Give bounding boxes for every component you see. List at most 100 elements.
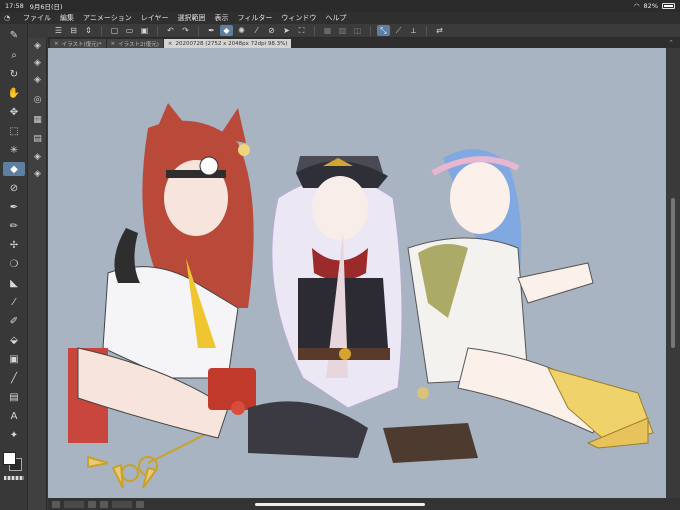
line-icon[interactable]: ╱ [3, 371, 25, 385]
snow-eraser-icon[interactable]: ▤ [31, 133, 44, 145]
status-date: 9月6日(日) [29, 3, 63, 11]
drawing-canvas[interactable] [48, 48, 666, 498]
new-file-icon[interactable]: ▢ [108, 25, 121, 36]
magic-wand-icon[interactable]: ✳ [3, 143, 25, 157]
tab-document-3[interactable]: × 20200728 (2752 x 2048px 72dpi 98.3%) [163, 39, 292, 48]
gradient-icon[interactable]: ◣ [3, 276, 25, 290]
redo-icon[interactable]: ↷ [179, 25, 192, 36]
toolbar-divider [101, 25, 102, 36]
rough-eraser-icon[interactable]: ▦ [31, 114, 44, 126]
menu-icon[interactable]: ☰ [52, 25, 65, 36]
main-color-swatch[interactable] [3, 452, 16, 465]
vector-eraser-icon[interactable]: ◈ [31, 74, 44, 86]
menu-animation[interactable]: アニメーション [83, 13, 132, 23]
tab-document-2[interactable]: × イラスト2(復元) [106, 39, 163, 48]
scroll-thumb[interactable] [671, 198, 675, 348]
tool-palette: ✎ ⌕ ↻ ✋ ✥ ⬚ ✳ ◆ ⊘ ✒ ✏ ✢ ❍ ◣ ⁄ ✐ ⬙ ▣ ╱ ▤ … [0, 24, 28, 510]
stepper-icon[interactable]: ⇕ [82, 25, 95, 36]
kneaded-eraser-icon[interactable]: ◎ [31, 94, 44, 106]
color-swatch[interactable] [3, 452, 23, 471]
close-icon[interactable]: × [54, 41, 59, 47]
snap-icon[interactable]: ⤡ [377, 25, 390, 36]
vertical-scrollbar[interactable] [666, 48, 680, 498]
app-window: 17:58 9月6日(日) ◠ 82% ◔ ファイル 編集 アニメーション レイ… [0, 0, 680, 510]
save-icon[interactable]: ▣ [138, 25, 151, 36]
zoom-icon[interactable]: ⌕ [3, 48, 25, 62]
zoom-in-icon[interactable] [88, 500, 96, 508]
wifi-icon: ◠ [633, 2, 640, 10]
eyedropper-icon[interactable]: ⁄ [250, 25, 263, 36]
app-logo-icon[interactable]: ◔ [4, 14, 14, 22]
tab-list-icon[interactable]: ⌃ [668, 39, 680, 47]
menu-view[interactable]: 表示 [215, 13, 229, 23]
shortcut-icon[interactable]: ⇄ [433, 25, 446, 36]
eraser-icon[interactable]: ◆ [3, 162, 25, 176]
eraser-icon[interactable]: ◆ [220, 25, 233, 36]
toolbar-divider [157, 25, 158, 36]
smudge-icon[interactable]: ⁄ [3, 295, 25, 309]
home-indicator[interactable] [255, 503, 425, 506]
tab-document-1[interactable]: × イラスト(復元)* [50, 39, 106, 48]
operation-icon[interactable]: ✦ [3, 428, 25, 442]
status-bar: 17:58 9月6日(日) ◠ 82% [0, 0, 680, 12]
adjust-icon[interactable]: ⊟ [67, 25, 80, 36]
pencil-icon[interactable]: ✏ [3, 219, 25, 233]
deco-icon[interactable]: ✐ [3, 314, 25, 328]
close-icon[interactable]: × [168, 41, 173, 47]
menu-filter[interactable]: フィルター [238, 13, 273, 23]
open-icon[interactable]: ▭ [123, 25, 136, 36]
hard-eraser-icon[interactable]: ◈ [31, 40, 44, 52]
figure-icon[interactable]: ▣ [3, 352, 25, 366]
soft-eraser-icon[interactable]: ◈ [31, 57, 44, 69]
menu-bar: ◔ ファイル 編集 アニメーション レイヤー 選択範囲 表示 フィルター ウィン… [0, 12, 680, 24]
ruler-guide-icon[interactable]: ▧ [336, 25, 349, 36]
menu-help[interactable]: ヘルプ [325, 13, 346, 23]
menu-edit[interactable]: 編集 [60, 13, 74, 23]
menu-file[interactable]: ファイル [23, 13, 51, 23]
pen-icon[interactable]: ✒ [205, 25, 218, 36]
text-icon[interactable]: A [3, 409, 25, 423]
lasso-icon[interactable]: ✺ [235, 25, 248, 36]
smooth-icon[interactable]: ◫ [351, 25, 364, 36]
battery-percent: 82% [643, 2, 658, 10]
transform-icon[interactable]: ⛶ [295, 25, 308, 36]
selection-icon[interactable]: ⬚ [3, 124, 25, 138]
cursor-icon[interactable]: ➤ [280, 25, 293, 36]
zoom-out-icon[interactable] [52, 500, 60, 508]
battery-icon [662, 3, 675, 9]
artwork [68, 103, 654, 489]
toolbar-divider [426, 25, 427, 36]
eyedropper-icon[interactable]: ⊘ [3, 181, 25, 195]
pen-settings-icon[interactable]: ⟂ [407, 25, 420, 36]
frame-icon[interactable]: ▤ [3, 390, 25, 404]
toolbar-divider [370, 25, 371, 36]
zoom-field[interactable] [64, 500, 84, 508]
fill-icon[interactable]: ⬙ [3, 333, 25, 347]
ruler-icon[interactable]: ▦ [321, 25, 334, 36]
fill-icon[interactable]: ⊘ [265, 25, 278, 36]
move-icon[interactable]: ✥ [3, 105, 25, 119]
tool-settings-icon[interactable]: ◈ [31, 168, 44, 180]
airbrush-icon[interactable]: ✢ [3, 238, 25, 252]
character-red-hair [68, 103, 256, 443]
rotation-field[interactable] [112, 500, 132, 508]
blend-icon[interactable]: ❍ [3, 257, 25, 271]
undo-icon[interactable]: ↶ [164, 25, 177, 36]
close-icon[interactable]: × [111, 41, 116, 47]
rotate-reset-icon[interactable] [136, 500, 144, 508]
hand-icon[interactable]: ✋ [3, 86, 25, 100]
toolbar-divider [198, 25, 199, 36]
status-time: 17:58 [5, 2, 24, 10]
transparent-color-icon[interactable] [4, 476, 24, 480]
menu-toggle-icon[interactable]: ✎ [3, 28, 25, 42]
layer-eraser-icon[interactable]: ◈ [31, 151, 44, 163]
menu-selection[interactable]: 選択範囲 [178, 13, 206, 23]
pen-icon[interactable]: ✒ [3, 200, 25, 214]
fit-icon[interactable] [100, 500, 108, 508]
tab-label: イラスト2(復元) [118, 41, 159, 48]
angle-icon[interactable]: ⟋ [392, 25, 405, 36]
menu-layer[interactable]: レイヤー [141, 13, 169, 23]
character-blue-hair [407, 149, 654, 449]
menu-window[interactable]: ウィンドウ [281, 13, 316, 23]
rotate-icon[interactable]: ↻ [3, 67, 25, 81]
